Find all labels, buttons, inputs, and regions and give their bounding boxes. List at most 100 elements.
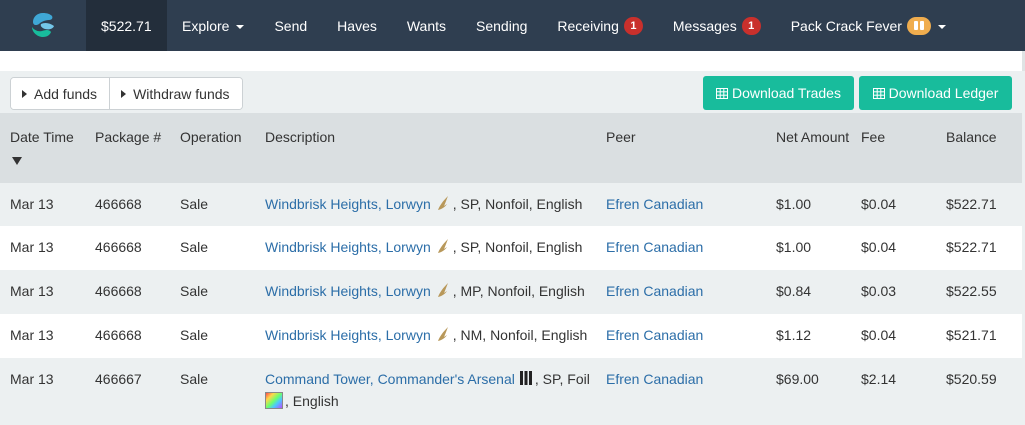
download-ledger-button[interactable]: Download Ledger <box>859 76 1012 110</box>
row-date: Mar 13 <box>10 239 54 255</box>
lorwyn-set-icon <box>437 327 448 341</box>
column-header-net-amount[interactable]: Net Amount <box>776 129 849 145</box>
row-balance: $520.59 <box>946 371 997 387</box>
table-row: Mar 13 466668 Sale Windbrisk Heights, Lo… <box>0 183 1022 226</box>
column-header-operation[interactable]: Operation <box>180 129 241 145</box>
card-link[interactable]: Windbrisk Heights, Lorwyn <box>265 283 431 299</box>
row-package: 466668 <box>95 283 142 299</box>
row-net-amount: $1.00 <box>776 196 812 212</box>
row-net-amount: $69.00 <box>776 371 819 387</box>
lorwyn-set-icon <box>437 239 448 253</box>
card-link[interactable]: Windbrisk Heights, Lorwyn <box>265 196 431 212</box>
ledger-table-header: Date Time Package # Operation Descriptio… <box>0 113 1022 183</box>
peer-link[interactable]: Efren Canadian <box>606 196 703 212</box>
card-details: , SP, Nonfoil, English <box>452 196 583 212</box>
row-net-amount: $1.12 <box>776 327 812 343</box>
card-link[interactable]: Windbrisk Heights, Lorwyn <box>265 327 431 343</box>
nav-wants[interactable]: Wants <box>392 0 461 51</box>
nav-explore-label: Explore <box>182 17 230 34</box>
column-header-peer[interactable]: Peer <box>606 129 636 145</box>
column-header-balance[interactable]: Balance <box>946 129 997 145</box>
nav-send-label: Send <box>274 17 308 34</box>
row-fee: $0.04 <box>861 327 897 343</box>
row-operation: Sale <box>180 371 209 387</box>
column-header-package[interactable]: Package # <box>95 129 161 145</box>
card-link[interactable]: Command Tower, Commander's Arsenal <box>265 371 515 387</box>
row-package: 466667 <box>95 371 142 387</box>
column-header-peer-label: Peer <box>606 129 636 145</box>
sort-descending-icon[interactable] <box>12 157 22 165</box>
column-header-date[interactable]: Date Time <box>10 129 74 165</box>
row-description: Command Tower, Commander's Arsenal , SP, … <box>265 368 605 412</box>
column-header-fee[interactable]: Fee <box>861 129 885 145</box>
card-language: , English <box>285 393 339 409</box>
row-operation: Sale <box>180 196 209 212</box>
nav-explore[interactable]: Explore <box>167 0 259 51</box>
row-date: Mar 13 <box>10 327 54 343</box>
column-header-description-label: Description <box>265 129 336 145</box>
nav-haves-label: Haves <box>337 17 377 34</box>
nav-balance[interactable]: $522.71 <box>86 0 167 51</box>
row-balance: $521.71 <box>946 327 997 343</box>
card-details: , MP, Nonfoil, English <box>452 283 585 299</box>
nav-balance-label: $522.71 <box>101 17 152 34</box>
peer-link[interactable]: Efren Canadian <box>606 239 703 255</box>
messages-count-badge: 1 <box>741 16 761 35</box>
nav-messages[interactable]: Messages 1 <box>658 0 776 51</box>
table-row: Mar 13 466668 Sale Windbrisk Heights, Lo… <box>0 314 1022 358</box>
withdraw-funds-label: Withdraw funds <box>133 85 230 102</box>
receiving-count-badge: 1 <box>623 16 643 35</box>
ledger-panel: Add funds Withdraw funds Download Trades… <box>0 71 1025 425</box>
lorwyn-set-icon <box>437 283 448 297</box>
row-balance: $522.55 <box>946 283 997 299</box>
commanders-arsenal-set-icon <box>519 371 532 385</box>
column-header-package-label: Package # <box>95 129 162 145</box>
table-row: Mar 13 466667 Sale Command Tower, Comman… <box>0 358 1022 425</box>
card-details: , SP, Foil <box>534 371 590 387</box>
download-ledger-label: Download Ledger <box>888 85 999 101</box>
table-icon <box>872 87 885 99</box>
column-header-description[interactable]: Description <box>265 129 335 145</box>
brand-logo[interactable] <box>0 0 86 51</box>
row-fee: $0.03 <box>861 283 897 299</box>
peer-link[interactable]: Efren Canadian <box>606 327 703 343</box>
add-funds-button[interactable]: Add funds <box>11 78 110 109</box>
nav-haves[interactable]: Haves <box>322 0 392 51</box>
nav-receiving-label: Receiving <box>557 17 619 34</box>
table-icon <box>716 87 729 99</box>
add-funds-label: Add funds <box>34 85 98 102</box>
nav-receiving[interactable]: Receiving 1 <box>542 0 657 51</box>
row-operation: Sale <box>180 239 209 255</box>
pack-crack-fever-icon <box>906 16 931 35</box>
top-navbar: $522.71 Explore Send Haves Wants Sending… <box>0 0 1025 51</box>
caret-right-icon <box>22 89 27 98</box>
row-fee: $0.04 <box>861 196 897 212</box>
nav-messages-label: Messages <box>672 17 737 34</box>
funds-button-group: Add funds Withdraw funds <box>10 77 243 110</box>
chevron-down-icon <box>236 24 245 29</box>
withdraw-funds-button[interactable]: Withdraw funds <box>109 78 242 109</box>
row-fee: $0.04 <box>861 239 897 255</box>
peer-link[interactable]: Efren Canadian <box>606 371 703 387</box>
row-operation: Sale <box>180 283 209 299</box>
peer-link[interactable]: Efren Canadian <box>606 283 703 299</box>
row-operation: Sale <box>180 327 209 343</box>
nav-send[interactable]: Send <box>259 0 322 51</box>
download-trades-button[interactable]: Download Trades <box>703 76 854 110</box>
chevron-down-icon <box>937 24 946 29</box>
nav-pack-crack-fever[interactable]: Pack Crack Fever <box>776 0 961 51</box>
row-description: Windbrisk Heights, Lorwyn , SP, Nonfoil, … <box>265 236 605 258</box>
row-date: Mar 13 <box>10 283 54 299</box>
row-balance: $522.71 <box>946 196 997 212</box>
row-net-amount: $1.00 <box>776 239 812 255</box>
card-details: , NM, Nonfoil, English <box>452 327 588 343</box>
card-link[interactable]: Windbrisk Heights, Lorwyn <box>265 239 431 255</box>
nav-pack-crack-fever-label: Pack Crack Fever <box>790 17 902 34</box>
logo-icon <box>32 12 54 37</box>
column-header-net-amount-label: Net Amount <box>776 129 850 145</box>
table-row: Mar 13 466668 Sale Windbrisk Heights, Lo… <box>0 226 1022 270</box>
row-balance: $522.71 <box>946 239 997 255</box>
nav-sending[interactable]: Sending <box>461 0 542 51</box>
row-fee: $2.14 <box>861 371 897 387</box>
foil-icon <box>265 392 283 409</box>
